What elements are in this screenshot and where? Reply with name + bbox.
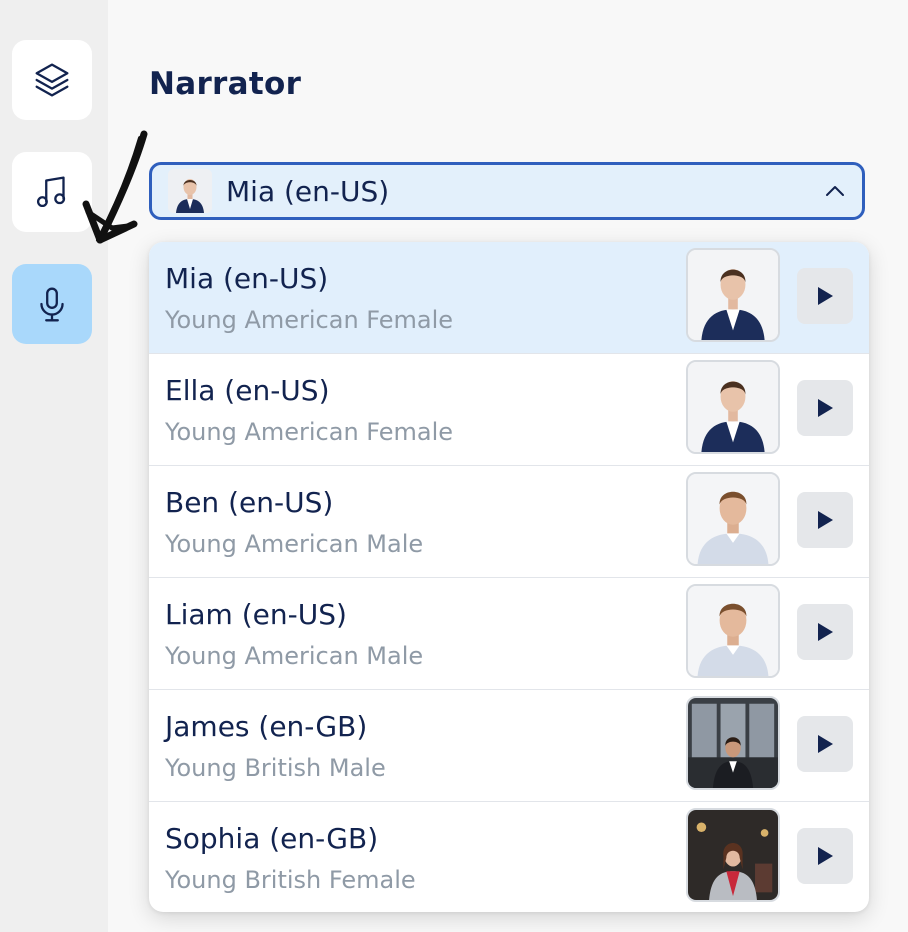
narrator-option-name: Ella (en-US) (165, 374, 330, 407)
narrator-option-name: Sophia (en-GB) (165, 822, 379, 855)
narrator-option-name: Mia (en-US) (165, 262, 329, 295)
chevron-up-icon (826, 186, 844, 196)
narrator-option[interactable]: Mia (en-US) Young American Female (149, 242, 869, 354)
play-icon (818, 287, 833, 305)
narrator-options-list: Mia (en-US) Young American Female Ella (… (149, 242, 869, 912)
narrator-thumbnail (686, 360, 780, 454)
play-preview-button[interactable] (797, 268, 853, 324)
microphone-icon (40, 287, 64, 322)
narrator-thumbnail (686, 584, 780, 678)
layers-button[interactable] (12, 40, 92, 120)
play-icon (818, 511, 833, 529)
narrator-option[interactable]: Ben (en-US) Young American Male (149, 466, 869, 578)
narrator-thumbnail (686, 472, 780, 566)
play-icon (818, 735, 833, 753)
narrator-thumbnail (686, 808, 780, 902)
layers-icon (35, 63, 69, 97)
narrator-option-name: Ben (en-US) (165, 486, 334, 519)
narrator-thumbnail (686, 248, 780, 342)
selected-narrator-label: Mia (en-US) (226, 174, 390, 208)
tool-rail (0, 0, 108, 932)
play-icon (818, 399, 833, 417)
page-title: Narrator (149, 66, 302, 102)
narrator-option-description: Young American Male (165, 530, 424, 558)
music-button[interactable] (12, 152, 92, 232)
music-note-icon (36, 176, 66, 208)
narrator-option-description: Young British Female (165, 866, 416, 894)
play-preview-button[interactable] (797, 380, 853, 436)
narrator-select[interactable]: Mia (en-US) (149, 162, 865, 220)
play-preview-button[interactable] (797, 828, 853, 884)
narrator-option[interactable]: Sophia (en-GB) Young British Female (149, 802, 869, 912)
narrator-option[interactable]: Liam (en-US) Young American Male (149, 578, 869, 690)
narrator-option-name: Liam (en-US) (165, 598, 347, 631)
play-preview-button[interactable] (797, 716, 853, 772)
narrator-option[interactable]: Ella (en-US) Young American Female (149, 354, 869, 466)
narrator-option-description: Young American Female (165, 418, 454, 446)
narrator-option-name: James (en-GB) (165, 710, 368, 743)
narrator-option[interactable]: James (en-GB) Young British Male (149, 690, 869, 802)
narrator-button[interactable] (12, 264, 92, 344)
narrator-thumbnail (686, 696, 780, 790)
play-icon (818, 623, 833, 641)
narrator-option-description: Young British Male (165, 754, 386, 782)
selected-narrator-avatar (168, 169, 212, 213)
narrator-option-description: Young American Male (165, 642, 424, 670)
play-preview-button[interactable] (797, 604, 853, 660)
play-icon (818, 847, 833, 865)
narrator-option-description: Young American Female (165, 306, 454, 334)
play-preview-button[interactable] (797, 492, 853, 548)
